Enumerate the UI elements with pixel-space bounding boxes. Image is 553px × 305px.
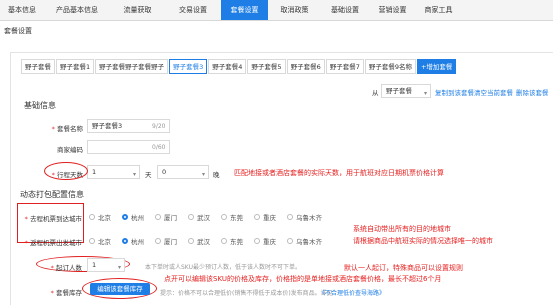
trip-days-value: 1 bbox=[92, 168, 97, 176]
min-people-label: * 起订人数 bbox=[50, 264, 82, 272]
package-tab[interactable]: 野子套餐野子套餐野子 bbox=[95, 59, 169, 74]
chevron-down-icon: ▾ bbox=[132, 171, 136, 178]
trip-nights-value: 0 bbox=[162, 168, 167, 176]
radio-chongqing[interactable]: 重庆 bbox=[254, 212, 276, 222]
radio-dongguan[interactable]: 东莞 bbox=[221, 236, 243, 246]
radio-xiamen[interactable]: 厦门 bbox=[155, 236, 177, 246]
min-people-select[interactable]: 1 ▾ bbox=[87, 258, 125, 272]
radio-urumqi[interactable]: 乌鲁木齐 bbox=[287, 236, 322, 246]
merchant-code-label: 商家编码 bbox=[57, 146, 83, 154]
copy-to-package-link[interactable]: 复制到该套餐 bbox=[435, 87, 474, 97]
radio-dongguan[interactable]: 东莞 bbox=[221, 212, 243, 222]
trip-nights-select[interactable]: 0 ▾ bbox=[157, 165, 209, 179]
trip-days-select[interactable]: 1 ▾ bbox=[87, 165, 140, 179]
annotation-people-note: 默认一人起订，特殊商品可以设置规则 bbox=[344, 264, 463, 272]
from-package-select[interactable]: 野子套餐 ▾ bbox=[381, 84, 431, 98]
package-tab[interactable]: 野子套餐6 bbox=[286, 59, 325, 74]
nav-tab-cancel-policy[interactable]: 取消政策 bbox=[268, 0, 321, 20]
delete-package-link[interactable]: 删除该套餐 bbox=[516, 87, 549, 97]
package-tab[interactable]: 野子套餐7 bbox=[325, 59, 364, 74]
depart-city-radio-group: 北京 杭州 厦门 武汉 东莞 重庆 乌鲁木齐 bbox=[89, 212, 333, 222]
package-tab[interactable]: 野子套餐5 bbox=[247, 59, 286, 74]
package-tab[interactable]: 野子套餐4 bbox=[208, 59, 247, 74]
from-label: 从 bbox=[372, 89, 379, 97]
annotation-city-note-1: 系统自动带出所有的目的地城市 bbox=[353, 225, 451, 233]
radio-hangzhou[interactable]: 杭州 bbox=[122, 212, 144, 222]
clear-package-link[interactable]: 清空当前套餐 bbox=[474, 87, 513, 97]
package-tab[interactable]: 野子套餐 bbox=[21, 59, 55, 74]
annotation-stock-note: 点开可以编辑该SKU的价格及库存，价格指的是单地接或酒店套餐价格，最长不超过6个… bbox=[164, 275, 442, 283]
radio-beijing[interactable]: 北京 bbox=[89, 212, 111, 222]
add-package-button[interactable]: +增加套餐 bbox=[416, 59, 457, 74]
merchant-code-counter: 0/60 bbox=[152, 144, 166, 151]
nav-tab-basic-settings[interactable]: 基础设置 bbox=[321, 0, 369, 20]
radio-wuhan[interactable]: 武汉 bbox=[188, 212, 210, 222]
radio-chongqing[interactable]: 重庆 bbox=[254, 236, 276, 246]
nav-tab-product-basic-info[interactable]: 产品基本信息 bbox=[44, 0, 110, 20]
package-name-counter: 9/20 bbox=[152, 123, 166, 130]
package-tabs: 野子套餐 野子套餐1 野子套餐野子套餐野子 野子套餐3 野子套餐4 野子套餐5 … bbox=[21, 59, 457, 74]
return-city-radio-group: 北京 杭州 厦门 武汉 东莞 重庆 乌鲁木齐 bbox=[89, 236, 333, 246]
from-package-value: 野子套餐 bbox=[386, 87, 412, 95]
annotation-ellipse bbox=[44, 162, 88, 180]
chevron-down-icon: ▾ bbox=[423, 90, 427, 97]
stock-label: * 套餐库存 bbox=[50, 289, 82, 297]
package-tab[interactable]: 野子套餐1 bbox=[56, 59, 95, 74]
radio-wuhan[interactable]: 武汉 bbox=[188, 236, 210, 246]
package-name-label: * 套餐名称 bbox=[51, 125, 83, 133]
nav-tab-package-settings[interactable]: 套餐设置 bbox=[221, 0, 268, 20]
edit-stock-button[interactable]: 编辑该套餐库存 bbox=[90, 283, 150, 295]
radio-beijing[interactable]: 北京 bbox=[89, 236, 111, 246]
chevron-down-icon: ▾ bbox=[117, 264, 121, 271]
chevron-down-icon: ▾ bbox=[201, 171, 205, 178]
nav-tab-trade-settings[interactable]: 交易设置 bbox=[165, 0, 221, 20]
radio-xiamen[interactable]: 厦门 bbox=[155, 212, 177, 222]
package-tab-active[interactable]: 野子套餐3 bbox=[169, 59, 208, 74]
min-people-hint: 本下单时或人SKU最少预订人数，低于该人数时不可下单。 bbox=[145, 264, 301, 271]
stock-hint: 提示：价格不可以合理低价(销售不得低于成本价)发布商品。详见 bbox=[160, 290, 333, 297]
depart-city-label: * 去程机票到达城市 bbox=[24, 215, 82, 223]
days-unit: 天 bbox=[145, 171, 152, 179]
nav-tab-traffic[interactable]: 流量获取 bbox=[110, 0, 165, 20]
basic-info-heading: 基础信息 bbox=[24, 101, 56, 110]
annotation-city-note-2: 请根据商品中航班实际的情况选择唯一的城市 bbox=[353, 237, 493, 245]
return-city-label: * 返程机票出发城市 bbox=[24, 239, 82, 247]
section-title: 套餐设置 bbox=[4, 27, 32, 35]
nav-tab-merchant-tools[interactable]: 商家工具 bbox=[416, 0, 461, 20]
annotation-days-note: 匹配地接或者酒店套餐的实际天数，用于航班对应日期机票价格计算 bbox=[234, 169, 444, 177]
top-navigation: 基本信息 产品基本信息 流量获取 交易设置 套餐设置 取消政策 基础设置 营销设… bbox=[0, 0, 553, 21]
package-tab[interactable]: 野子套餐9名称 bbox=[364, 59, 416, 74]
radio-urumqi[interactable]: 乌鲁木齐 bbox=[287, 212, 322, 222]
nav-tab-marketing[interactable]: 营销设置 bbox=[369, 0, 416, 20]
dynamic-config-heading: 动态打包配置信息 bbox=[20, 190, 84, 199]
low-price-rules-link[interactable]: 《不合理低价查导海路》 bbox=[319, 288, 385, 297]
radio-hangzhou[interactable]: 杭州 bbox=[122, 236, 144, 246]
min-people-value: 1 bbox=[92, 261, 97, 269]
nav-tab-basic-info[interactable]: 基本信息 bbox=[0, 0, 44, 20]
nights-unit: 晚 bbox=[213, 171, 220, 179]
